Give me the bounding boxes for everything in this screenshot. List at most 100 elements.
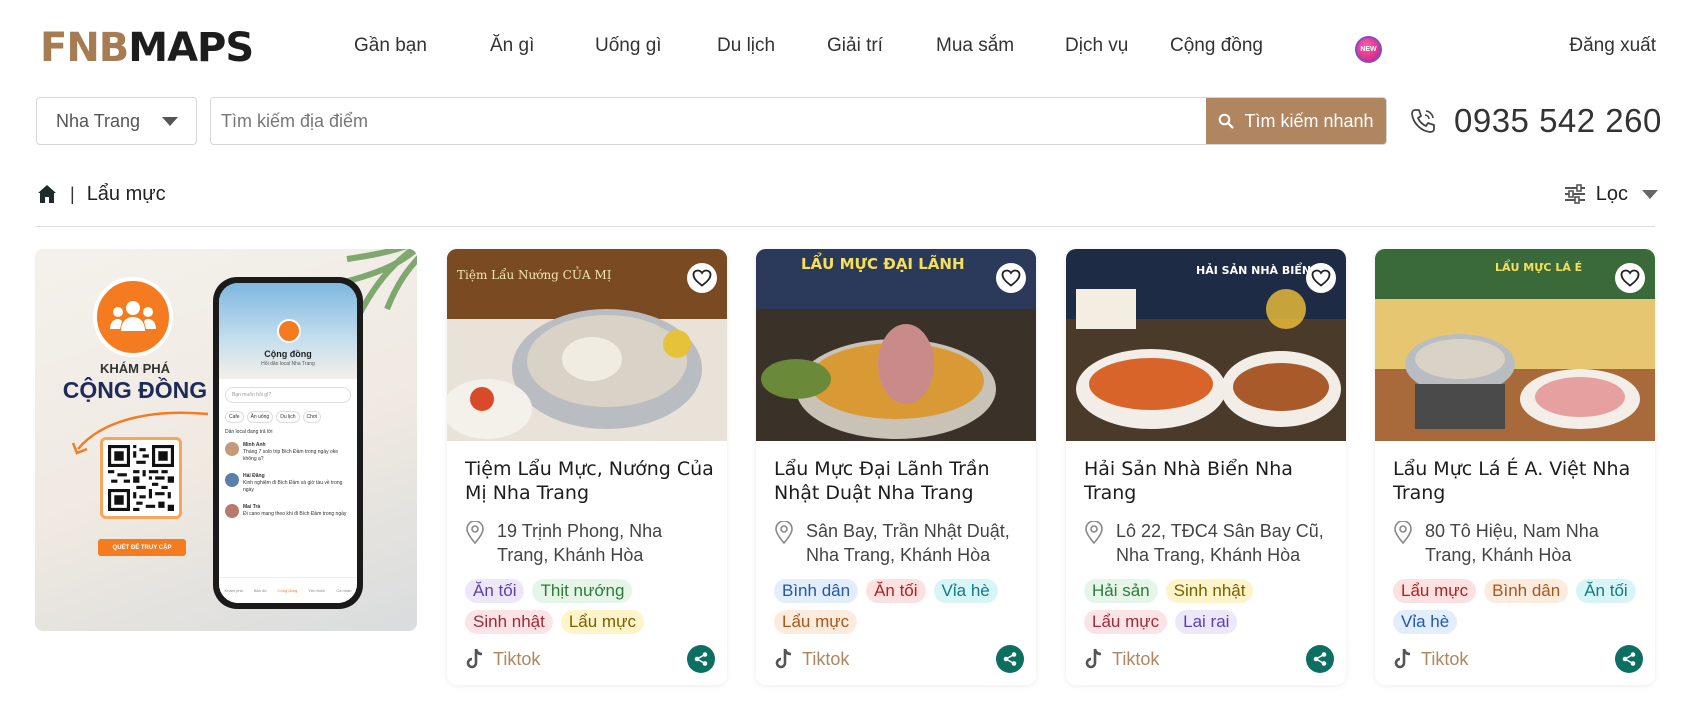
place-footer: Tiktok: [774, 645, 1024, 673]
place-tags: Lẩu mực Bình dân Ăn tối Vỉa hè: [1393, 579, 1643, 634]
tiktok-icon[interactable]: [774, 648, 794, 670]
app-post-text: Tháng 7 solo trip Bích Đầm trong ngày ok…: [243, 449, 339, 462]
favorite-button[interactable]: [1306, 263, 1336, 293]
app-chip: Ăn uống: [246, 411, 274, 423]
tag[interactable]: Sinh nhật: [465, 610, 553, 634]
tag[interactable]: Lẩu mực: [1393, 579, 1477, 603]
avatar: [225, 473, 239, 487]
app-nav-item: Cộng đồng: [277, 588, 298, 593]
place-footer: Tiktok: [1084, 645, 1334, 673]
tag[interactable]: Vỉa hè: [933, 579, 998, 603]
place-title[interactable]: Lẩu Mực Đại Lãnh Trần Nhật Duật Nha Tran…: [774, 457, 1024, 505]
app-post: Hải Đăng Kinh nghiệm đi Bích Đầm và giờ t…: [219, 468, 357, 499]
place-card[interactable]: LẨU MỰC ĐẠI LÃNH Lẩu Mực Đại Lãnh Trần N…: [756, 249, 1036, 685]
heart-icon: [692, 269, 712, 287]
place-tags: Hải sản Sinh nhật Lẩu mực Lai rai: [1084, 579, 1334, 634]
tiktok-link[interactable]: Tiktok: [802, 649, 849, 670]
place-title[interactable]: Hải Sản Nhà Biển Nha Trang: [1084, 457, 1334, 505]
nav-an-gi[interactable]: Ăn gì: [490, 35, 534, 57]
tag[interactable]: Sinh nhật: [1165, 579, 1254, 603]
app-post-name: Mai Trà: [243, 504, 261, 510]
share-button[interactable]: [1306, 645, 1334, 673]
breadcrumb: | Lẩu mực: [36, 179, 166, 209]
quick-search-button[interactable]: Tìm kiếm nhanh: [1206, 98, 1386, 144]
location-pin-icon: [1394, 521, 1412, 545]
tag[interactable]: Hải sản: [1084, 579, 1158, 603]
tiktok-link[interactable]: Tiktok: [1112, 649, 1159, 670]
app-nav-item: Khám phá: [224, 588, 243, 593]
tag[interactable]: Lẩu mực: [1084, 610, 1168, 634]
share-icon: [1622, 652, 1636, 666]
nav-mua-sam[interactable]: Mua sắm: [936, 35, 1014, 57]
place-address-text: 19 Trịnh Phong, Nha Trang, Khánh Hòa: [497, 521, 663, 565]
avatar: [225, 442, 239, 456]
tiktok-link[interactable]: Tiktok: [493, 649, 540, 670]
tag[interactable]: Bình dân: [774, 579, 859, 603]
location-pin-icon: [466, 521, 484, 545]
tag[interactable]: Lẩu mực: [560, 610, 644, 634]
share-icon: [1003, 652, 1017, 666]
place-photo[interactable]: LẨU MỰC LÁ É: [1375, 249, 1655, 441]
favorite-button[interactable]: [1615, 263, 1645, 293]
tag[interactable]: Lai rai: [1175, 610, 1238, 634]
app-subtitle: Hỏi dân local Nha Trang: [261, 361, 315, 367]
nav-du-lich[interactable]: Du lịch: [717, 35, 775, 57]
place-photo-sign: Tiệm Lẩu Nướng CỦA MỊ: [457, 265, 612, 282]
app-search: Bạn muốn hỏi gì?: [225, 387, 351, 403]
search-input[interactable]: [211, 98, 1207, 144]
quick-search-label: Tìm kiếm nhanh: [1244, 110, 1374, 131]
hotline[interactable]: 0935 542 260: [1408, 98, 1662, 144]
place-address-text: Sân Bay, Trần Nhật Duật, Nha Trang, Khán…: [806, 521, 1010, 565]
place-address-text: Lô 22, TĐC4 Sân Bay Cũ, Nha Trang, Khánh…: [1116, 521, 1324, 565]
place-address: 80 Tô Hiệu, Nam Nha Trang, Khánh Hòa: [1393, 519, 1643, 567]
breadcrumb-separator: |: [70, 183, 75, 204]
place-card[interactable]: HẢI SẢN NHÀ BIỂN Hải Sản Nhà Biển Nha Tr…: [1066, 249, 1346, 685]
app-nav-item: Yêu thích: [308, 588, 326, 593]
place-address: Sân Bay, Trần Nhật Duật, Nha Trang, Khán…: [774, 519, 1024, 567]
tag[interactable]: Thịt nướng: [532, 579, 633, 603]
place-photo[interactable]: LẨU MỰC ĐẠI LÃNH: [756, 249, 1036, 441]
nav-cong-dong[interactable]: Cộng đồng: [1170, 35, 1263, 57]
favorite-button[interactable]: [996, 263, 1026, 293]
place-card[interactable]: Tiệm Lẩu Nướng CỦA MỊ Tiệm Lẩu Mực, Nướn…: [447, 249, 727, 685]
filter-button[interactable]: Lọc: [1564, 179, 1658, 209]
city-select[interactable]: Nha Trang: [36, 97, 197, 145]
place-photo[interactable]: Tiệm Lẩu Nướng CỦA MỊ: [447, 249, 727, 441]
tiktok-link[interactable]: Tiktok: [1421, 649, 1468, 670]
scan-to-access-button[interactable]: QUÉT ĐỂ TRUY CẬP: [98, 539, 186, 556]
location-pin-icon: [775, 521, 793, 545]
community-promo-banner[interactable]: KHÁM PHÁ CỘNG ĐỒNG QUÉT ĐỂ TRUY CẬP Cộng…: [35, 249, 417, 631]
tag[interactable]: Bình dân: [1484, 579, 1569, 603]
nav-giai-tri[interactable]: Giải trí: [827, 35, 883, 57]
heart-icon: [1311, 269, 1331, 287]
nav-uong-gi[interactable]: Uống gì: [595, 35, 662, 57]
nav-gan-ban[interactable]: Gần bạn: [354, 35, 427, 57]
tiktok-icon[interactable]: [465, 648, 485, 670]
logo[interactable]: FNBMAPS: [40, 25, 254, 71]
phone-screen: Cộng đồng Hỏi dân local Nha Trang Bạn mu…: [219, 283, 357, 603]
place-title[interactable]: Tiệm Lẩu Mực, Nướng Của Mị Nha Trang: [465, 457, 715, 505]
tag[interactable]: Lẩu mực: [774, 610, 858, 634]
share-button[interactable]: [687, 645, 715, 673]
tiktok-icon[interactable]: [1393, 648, 1413, 670]
phone-number: 0935 542 260: [1454, 102, 1662, 139]
place-address-text: 80 Tô Hiệu, Nam Nha Trang, Khánh Hòa: [1425, 521, 1599, 565]
filter-label: Lọc: [1595, 182, 1628, 205]
nav-dich-vu[interactable]: Dịch vụ: [1065, 35, 1128, 57]
place-title[interactable]: Lẩu Mực Lá É A. Việt Nha Trang: [1393, 457, 1643, 505]
logout-link[interactable]: Đăng xuất: [1569, 35, 1656, 57]
tiktok-icon[interactable]: [1084, 648, 1104, 670]
tag[interactable]: Ăn tối: [1576, 579, 1636, 603]
tag[interactable]: Vỉa hè: [1393, 610, 1458, 634]
place-photo[interactable]: HẢI SẢN NHÀ BIỂN: [1066, 249, 1346, 441]
place-tags: Ăn tối Thịt nướng Sinh nhật Lẩu mực: [465, 579, 715, 634]
tag[interactable]: Ăn tối: [866, 579, 926, 603]
favorite-button[interactable]: [687, 263, 717, 293]
share-button[interactable]: [996, 645, 1024, 673]
home-icon[interactable]: [36, 183, 58, 205]
community-icon: [93, 277, 173, 357]
new-badge: NEW: [1355, 36, 1382, 63]
place-card[interactable]: LẨU MỰC LÁ É Lẩu Mực Lá É A. Việt Nha Tr…: [1375, 249, 1655, 685]
share-button[interactable]: [1615, 645, 1643, 673]
tag[interactable]: Ăn tối: [465, 579, 525, 603]
